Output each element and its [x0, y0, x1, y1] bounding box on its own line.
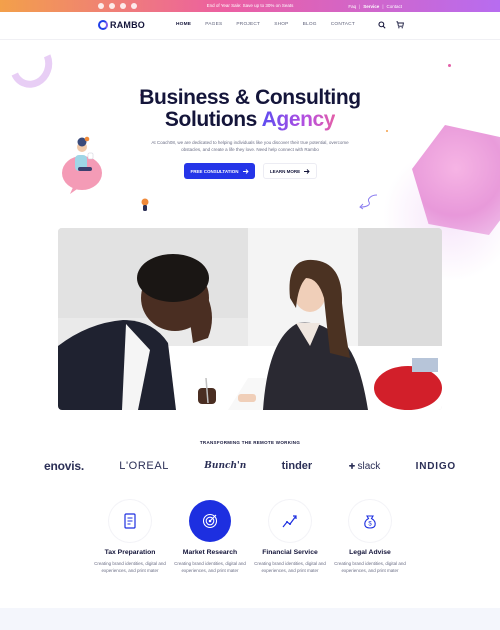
partner-logo-loreal: L'OREAL: [119, 460, 169, 472]
svg-text:$: $: [368, 522, 372, 528]
services-row: Tax Preparation Creating brand identitie…: [92, 500, 408, 574]
chart-icon: [282, 515, 297, 528]
slack-icon: [348, 463, 355, 469]
decorative-dot: [448, 64, 451, 67]
service-card-legal[interactable]: $ Legal Advise Creating brand identities…: [332, 500, 408, 574]
brand-logo[interactable]: RAMBO: [98, 20, 145, 30]
arrow-right-icon: [242, 168, 249, 174]
service-icon-wrapper: [109, 500, 151, 542]
service-icon-wrapper: [189, 500, 231, 542]
search-icon[interactable]: [378, 21, 386, 29]
business-meeting-image: [58, 228, 442, 410]
top-promo-bar: End of Year Sale: Save up to 30% on Seat…: [0, 0, 500, 12]
service-title: Market Research: [182, 549, 238, 556]
header-icons: [378, 21, 404, 29]
decorative-pin-shape: [141, 198, 149, 211]
partner-logo-tinder: tinder: [281, 460, 313, 472]
decorative-arrow-squiggle: [359, 194, 378, 210]
partners-title: TRANSFORMING THE REMOTE WORKING: [199, 440, 301, 445]
hero-title-line2: Solutions Agency: [0, 108, 500, 132]
document-icon: [124, 513, 136, 529]
partner-logo-indigo: INDIGO: [415, 460, 456, 472]
site-header: RAMBO HOME PAGES PROJECT SHOP BLOG CONTA…: [0, 12, 500, 40]
promo-text: End of Year Sale: Save up to 30% on Seat…: [206, 3, 294, 8]
hero-title-accent: Agency: [261, 108, 336, 131]
service-icon-wrapper: [269, 500, 311, 542]
learn-more-label: LEARN MORE: [269, 168, 301, 174]
target-icon: [202, 513, 218, 529]
hero-title-plain: Solutions: [164, 108, 262, 131]
nav-item-blog[interactable]: BLOG: [303, 22, 317, 27]
next-section-band: [0, 608, 500, 630]
nav-item-contact[interactable]: CONTACT: [331, 22, 355, 27]
brand-name: RAMBO: [110, 20, 145, 30]
service-icon-wrapper: $: [349, 500, 391, 542]
nav-item-home[interactable]: HOME: [176, 22, 191, 27]
partner-logos: enovis. L'OREAL Bunch'n tinder slack IND…: [44, 456, 456, 476]
nav-item-pages[interactable]: PAGES: [205, 22, 222, 27]
top-link-separator: |: [382, 3, 384, 9]
partner-logo-slack-text: slack: [357, 460, 381, 472]
free-consultation-label: FREE CONSULTATION: [190, 168, 239, 174]
hero-title-line1: Business & Consulting: [139, 86, 361, 109]
service-card-tax[interactable]: Tax Preparation Creating brand identitie…: [92, 500, 168, 574]
service-title: Financial Service: [262, 549, 318, 556]
top-link-separator: |: [359, 3, 361, 9]
logo-mark-icon: [98, 20, 108, 30]
service-title: Tax Preparation: [104, 549, 156, 556]
service-description: Creating brand identities, digital and e…: [334, 561, 406, 573]
service-card-financial[interactable]: Financial Service Creating brand identit…: [252, 500, 328, 574]
partner-logo-enovis: enovis.: [44, 459, 84, 473]
service-description: Creating brand identities, digital and e…: [174, 561, 246, 573]
learn-more-button[interactable]: LEARN MORE: [263, 163, 317, 179]
nav-item-project[interactable]: PROJECT: [236, 22, 260, 27]
partner-logo-slack: slack: [348, 460, 381, 472]
partner-logo-bunchn: Bunch'n: [204, 461, 247, 471]
cart-icon[interactable]: [396, 21, 404, 29]
hero-description: At Coach08, we are dedicated to helping …: [151, 140, 349, 152]
service-description: Creating brand identities, digital and e…: [94, 561, 166, 573]
money-bag-icon: $: [364, 515, 376, 529]
service-description: Creating brand identities, digital and e…: [254, 561, 326, 573]
arrow-right-icon: [304, 168, 310, 174]
main-nav: HOME PAGES PROJECT SHOP BLOG CONTACT: [176, 22, 355, 27]
service-title: Legal Advise: [349, 549, 391, 556]
free-consultation-button[interactable]: FREE CONSULTATION: [184, 163, 255, 179]
service-card-market[interactable]: Market Research Creating brand identitie…: [172, 500, 248, 574]
nav-item-shop[interactable]: SHOP: [274, 22, 288, 27]
hero-photo: [58, 228, 442, 410]
